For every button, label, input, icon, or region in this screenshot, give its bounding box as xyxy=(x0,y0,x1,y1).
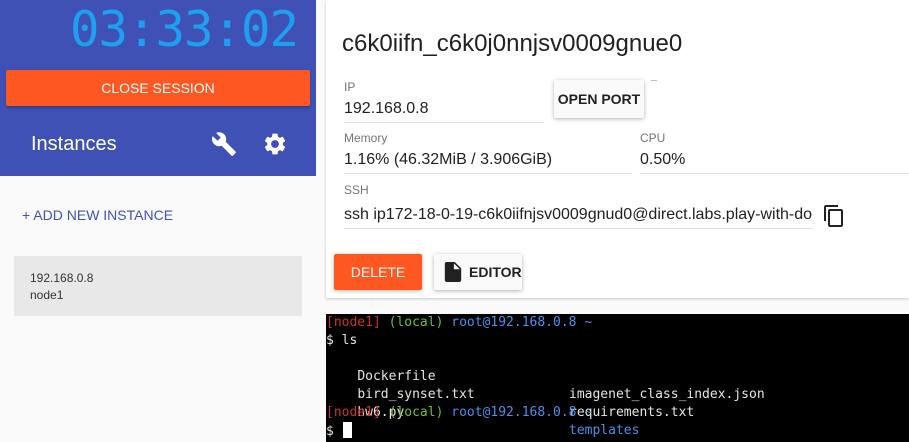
terminal-output-row: hw6.py templates xyxy=(326,386,909,438)
terminal-output-row: Dockerfile imagenet_class_index.json xyxy=(326,350,909,402)
terminal-cursor xyxy=(342,422,352,438)
copy-icon[interactable] xyxy=(822,204,846,228)
file-icon xyxy=(444,262,462,282)
prompt-dir: ~ xyxy=(584,315,593,330)
terminal-input-line[interactable]: $ xyxy=(326,422,352,440)
sidebar: 03:33:02 CLOSE SESSION Instances + ADD N… xyxy=(0,0,316,442)
ssh-label: SSH xyxy=(344,183,369,197)
ssh-field[interactable]: ssh ip172-18-0-19-c6k0iifnjsv0009gnud0@d… xyxy=(344,204,812,229)
gear-icon[interactable] xyxy=(262,131,288,157)
divider xyxy=(651,80,657,81)
instance-list-item[interactable]: 192.168.0.8 node1 xyxy=(14,256,302,316)
prompt-local: (local) xyxy=(388,405,444,420)
terminal-prompt-line: [node1] (local) root@192.168.0.8 ~ xyxy=(326,404,592,422)
delete-button[interactable]: DELETE xyxy=(334,254,422,290)
session-timer: 03:33:02 xyxy=(70,1,299,58)
instance-ip: 192.168.0.8 xyxy=(30,271,94,285)
input-prompt: $ xyxy=(326,424,334,439)
wrench-icon[interactable] xyxy=(211,131,237,157)
prompt-node: [node1] xyxy=(326,405,381,420)
instances-title: Instances xyxy=(31,133,117,155)
editor-label: EDITOR xyxy=(469,264,522,280)
memory-value: 1.16% (46.32MiB / 3.906GiB) xyxy=(344,149,632,174)
sidebar-header: 03:33:02 CLOSE SESSION Instances xyxy=(0,0,316,176)
terminal-prompt-line: [node1] (local) root@192.168.0.8 ~ xyxy=(326,314,592,332)
instance-details-card: c6k0iifn_c6k0j0nnjsv0009gnue0 IP 192.168… xyxy=(326,0,909,298)
prompt-local: (local) xyxy=(388,315,444,330)
prompt-user: root@192.168.0.8 xyxy=(451,405,577,420)
terminal-command: $ ls xyxy=(326,333,358,348)
terminal-output-row: bird_synset.txt requirements.txt xyxy=(326,368,909,420)
close-session-button[interactable]: CLOSE SESSION xyxy=(6,70,310,106)
prompt-user: root@192.168.0.8 xyxy=(451,315,577,330)
terminal[interactable]: [node1] (local) root@192.168.0.8 ~ $ ls … xyxy=(326,314,909,442)
prompt-node: [node1] xyxy=(326,315,381,330)
cpu-value: 0.50% xyxy=(640,149,909,174)
add-new-instance-button[interactable]: + ADD NEW INSTANCE xyxy=(22,207,173,223)
ip-label: IP xyxy=(344,80,356,94)
cpu-label: CPU xyxy=(640,131,666,145)
session-title: c6k0iifn_c6k0j0nnjsv0009gnue0 xyxy=(342,30,683,57)
open-port-button[interactable]: OPEN PORT xyxy=(554,80,644,118)
editor-button[interactable]: EDITOR xyxy=(434,254,522,290)
instance-hostname: node1 xyxy=(30,288,64,302)
directory-entry: templates xyxy=(569,423,640,438)
prompt-dir: ~ xyxy=(584,405,593,420)
ip-field[interactable]: 192.168.0.8 xyxy=(344,98,544,123)
memory-label: Memory xyxy=(344,131,388,145)
